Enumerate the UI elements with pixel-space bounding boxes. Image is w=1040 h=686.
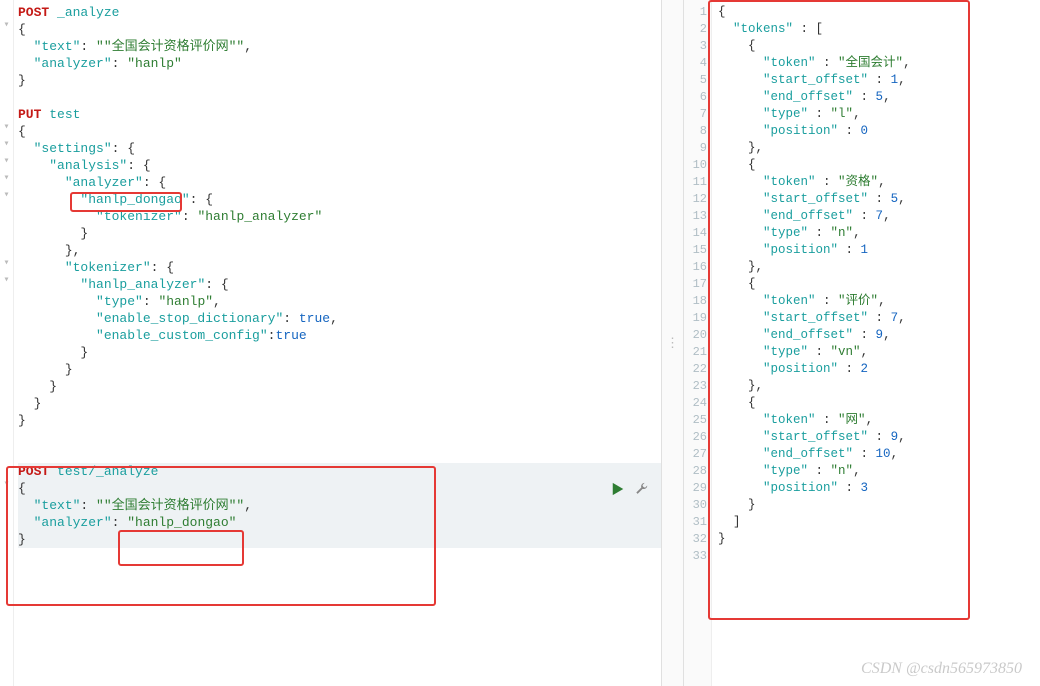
response-json[interactable]: { "tokens" : [ { "token" : "全国会计", "star… bbox=[712, 0, 1040, 686]
http-method: PUT bbox=[18, 107, 41, 122]
http-method: POST bbox=[18, 5, 49, 20]
pane-splitter[interactable]: ⋮ bbox=[662, 0, 684, 686]
left-fold-gutter: ▾ ▾▾▾▾▾ ▾▾ ▾ bbox=[0, 0, 14, 686]
run-icon[interactable] bbox=[611, 482, 625, 500]
response-pane: 1 2 3 4 5 6 7 8 9 10 11 12 13 14 15 16 1… bbox=[684, 0, 1040, 686]
request-editor-pane[interactable]: ▾ ▾▾▾▾▾ ▾▾ ▾ POST _analyze { "text": ""全… bbox=[0, 0, 662, 686]
request-code[interactable]: POST _analyze { "text": ""全国会计资格评价网"", "… bbox=[0, 0, 661, 552]
http-path: _analyze bbox=[57, 5, 119, 20]
http-path: test bbox=[49, 107, 80, 122]
wrench-icon[interactable] bbox=[635, 482, 649, 500]
active-request-line[interactable]: POST test/_analyze bbox=[18, 463, 661, 480]
editor-container: ▾ ▾▾▾▾▾ ▾▾ ▾ POST _analyze { "text": ""全… bbox=[0, 0, 1040, 686]
action-toolbar bbox=[611, 482, 649, 500]
response-line-numbers: 1 2 3 4 5 6 7 8 9 10 11 12 13 14 15 16 1… bbox=[684, 0, 712, 686]
watermark: CSDN @csdn565973850 bbox=[861, 660, 1022, 678]
